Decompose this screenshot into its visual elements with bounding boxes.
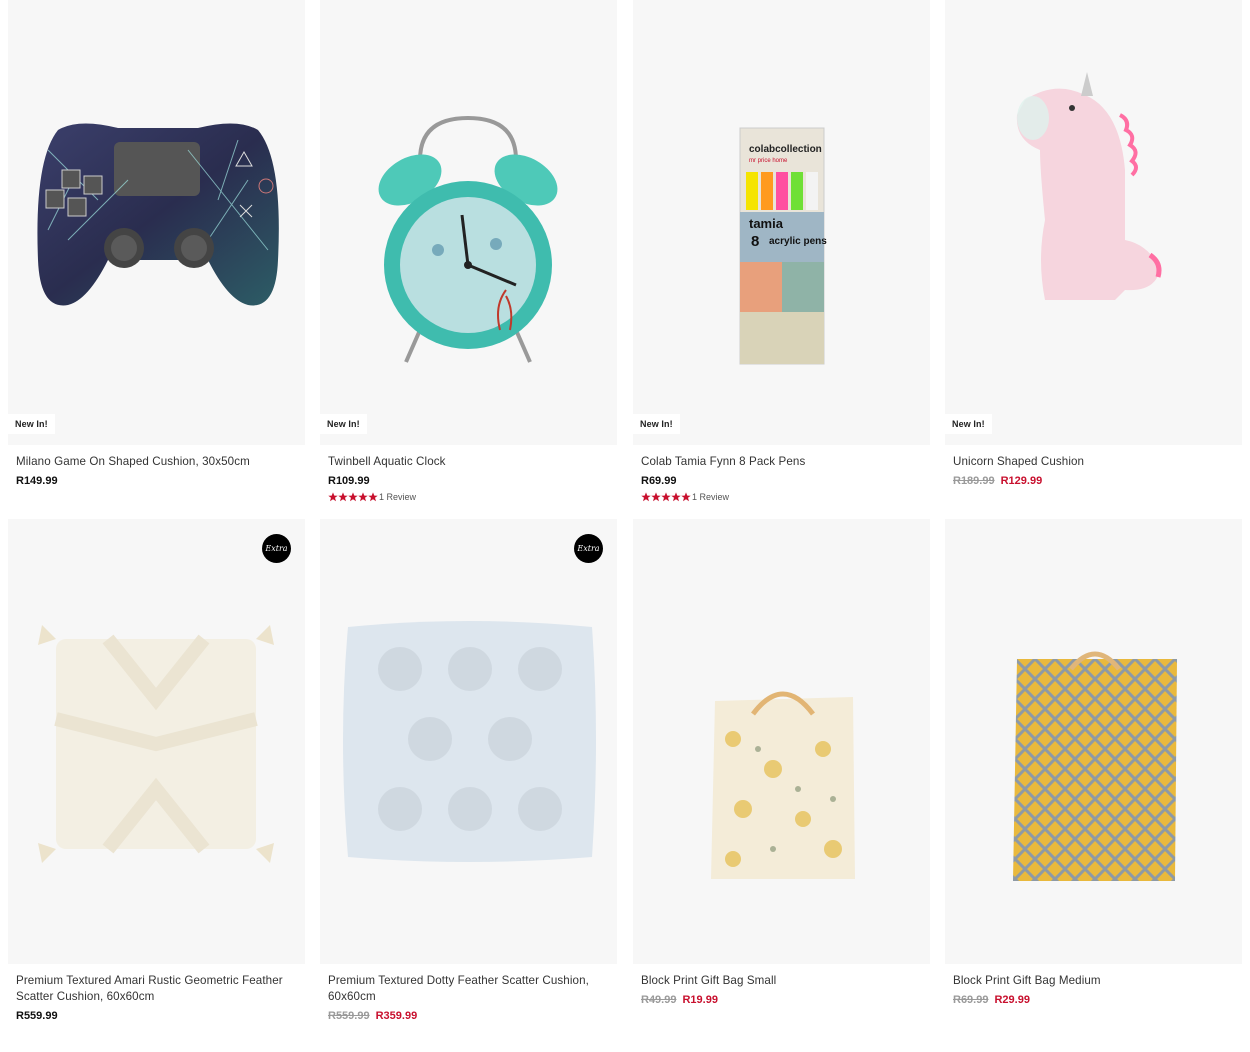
product-price: R69.99 — [641, 475, 677, 487]
product-image[interactable]: Extra — [320, 519, 617, 964]
product-price: R109.99 — [328, 475, 370, 487]
star-icon — [338, 492, 348, 502]
pen-pack-brand: colabcollection — [749, 144, 822, 155]
gift-bag-medium-image — [1013, 651, 1177, 881]
sale-price: R359.99 — [375, 1010, 418, 1022]
cream-tassel-cushion-image — [38, 625, 274, 863]
product-card[interactable]: Block Print Gift Bag Small R49.99 R19.99 — [633, 519, 930, 1008]
blue-dotty-cushion-image — [343, 621, 596, 862]
original-price: R49.99 — [641, 994, 677, 1006]
product-image[interactable]: New In! — [320, 0, 617, 445]
product-title[interactable]: Block Print Gift Bag Medium — [953, 973, 1234, 989]
acrylic-pens-pack-image: colabcollection mr price home tamia 8 ac… — [739, 127, 827, 365]
game-controller-cushion-image — [37, 123, 279, 306]
original-price: R69.99 — [953, 994, 989, 1006]
extra-badge: Extra — [262, 534, 291, 563]
new-in-badge: New In! — [320, 414, 367, 434]
product-card[interactable]: New In! Twinbell Aquatic Clock R109.99 1… — [320, 0, 617, 503]
review-count[interactable]: 1 Review — [692, 492, 729, 502]
product-price: R559.99 — [16, 1010, 58, 1022]
original-price: R189.99 — [953, 475, 995, 487]
new-in-badge: New In! — [8, 414, 55, 434]
product-card[interactable]: colabcollection mr price home tamia 8 ac… — [633, 0, 930, 503]
star-icon — [641, 492, 651, 502]
review-count[interactable]: 1 Review — [379, 492, 416, 502]
product-image[interactable]: New In! — [8, 0, 305, 445]
unicorn-cushion-image — [1016, 72, 1162, 300]
product-title[interactable]: Block Print Gift Bag Small — [641, 973, 922, 989]
product-title[interactable]: Premium Textured Dotty Feather Scatter C… — [328, 973, 609, 1005]
extra-badge: Extra — [574, 534, 603, 563]
product-price: R149.99 — [16, 475, 58, 487]
star-icon — [358, 492, 368, 502]
product-title[interactable]: Milano Game On Shaped Cushion, 30x50cm — [16, 454, 297, 470]
star-rating[interactable]: 1 Review — [641, 491, 922, 503]
product-image[interactable]: colabcollection mr price home tamia 8 ac… — [633, 0, 930, 445]
product-title[interactable]: Twinbell Aquatic Clock — [328, 454, 609, 470]
product-title[interactable]: Unicorn Shaped Cushion — [953, 454, 1234, 470]
pen-pack-sub: mr price home — [749, 158, 788, 164]
product-image[interactable] — [945, 519, 1242, 964]
product-image[interactable] — [633, 519, 930, 964]
product-card[interactable]: Block Print Gift Bag Medium R69.99 R29.99 — [945, 519, 1242, 1008]
pen-pack-label: acrylic pens — [769, 236, 827, 247]
product-title[interactable]: Colab Tamia Fynn 8 Pack Pens — [641, 454, 922, 470]
original-price: R559.99 — [328, 1010, 370, 1022]
new-in-badge: New In! — [945, 414, 992, 434]
product-card[interactable]: Extra Premium Textured Amari Rustic Geom… — [8, 519, 305, 1024]
star-icon — [661, 492, 671, 502]
star-icon — [681, 492, 691, 502]
product-card[interactable]: Extra Premium Textured Dotty Feather Sca… — [320, 519, 617, 1024]
alarm-clock-image — [378, 115, 558, 363]
product-card[interactable]: New In! Milano Game On Shaped Cushion, 3… — [8, 0, 305, 489]
product-image[interactable]: Extra — [8, 519, 305, 964]
gift-bag-small-image — [711, 691, 855, 879]
star-icon — [328, 492, 338, 502]
product-card[interactable]: New In! Unicorn Shaped Cushion R189.99 R1… — [945, 0, 1242, 489]
star-icon — [368, 492, 378, 502]
product-image[interactable]: New In! — [945, 0, 1242, 445]
pen-pack-name: tamia — [749, 216, 784, 231]
sale-price: R129.99 — [1000, 475, 1043, 487]
sale-price: R29.99 — [994, 994, 1030, 1006]
pen-pack-count: 8 — [751, 233, 759, 250]
product-title[interactable]: Premium Textured Amari Rustic Geometric … — [16, 973, 297, 1005]
star-icon — [671, 492, 681, 502]
sale-price: R19.99 — [682, 994, 718, 1006]
star-icon — [348, 492, 358, 502]
star-icon — [651, 492, 661, 502]
star-rating[interactable]: 1 Review — [328, 491, 609, 503]
new-in-badge: New In! — [633, 414, 680, 434]
